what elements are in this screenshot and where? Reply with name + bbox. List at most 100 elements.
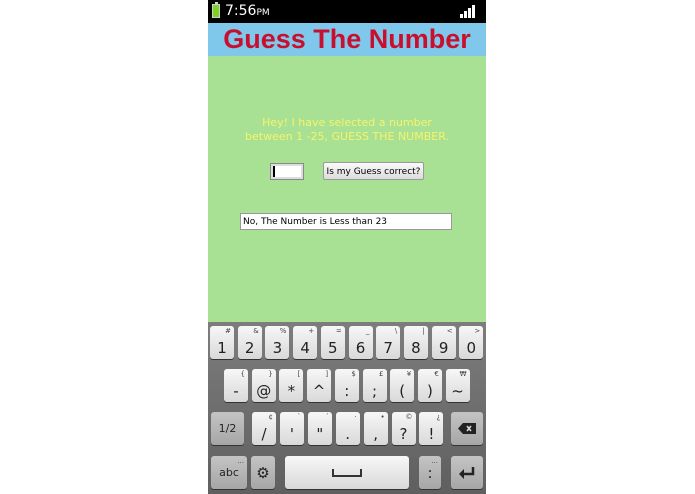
key-settings[interactable]: ⚙	[251, 456, 275, 489]
instruction-message: Hey! I have selected a number between 1 …	[208, 116, 486, 144]
key-sub-label: ₩	[459, 370, 467, 378]
key[interactable]: ] ^	[307, 369, 332, 402]
guess-input[interactable]	[270, 163, 304, 180]
key-sub-label: [	[297, 370, 301, 378]
key-colon[interactable]: : ...	[419, 456, 441, 489]
battery-icon	[212, 2, 220, 18]
key-sub-label: ©	[405, 413, 413, 421]
key[interactable]: $:	[334, 369, 359, 402]
key[interactable]: & 2	[237, 326, 262, 359]
title-bar: Guess The Number	[208, 23, 486, 56]
key[interactable]: £;	[362, 369, 387, 402]
key-label: 5	[328, 339, 338, 357]
key[interactable]: _ 6	[348, 326, 373, 359]
result-field: No, The Number is Less than 23	[240, 213, 452, 230]
key-sub-label: #	[225, 327, 231, 335]
key[interactable]: \ 7	[376, 326, 401, 359]
key[interactable]: {-	[224, 369, 248, 402]
key-sub-label: \	[394, 327, 398, 335]
key-label: "	[316, 425, 324, 443]
key[interactable]: ·.	[335, 412, 360, 445]
status-bar: 7:56PM	[208, 0, 486, 23]
key[interactable]: •,	[363, 412, 388, 445]
key-colon-dots: ...	[431, 457, 438, 465]
check-guess-button[interactable]: Is my Guess correct?	[323, 162, 424, 180]
key[interactable]: <9	[431, 326, 456, 359]
key-label: ,	[373, 425, 378, 443]
key-sub-label: >	[474, 327, 481, 335]
key-sub-label: {	[240, 370, 245, 378]
key[interactable]: >0	[459, 326, 484, 359]
key-label: 9	[438, 339, 449, 357]
key-sub-label: `	[297, 413, 301, 421]
key[interactable]: ¿!	[419, 412, 444, 445]
key[interactable]: #1	[210, 326, 234, 359]
key[interactable]: | 8	[403, 326, 428, 359]
key-label: '	[289, 425, 294, 443]
text-cursor	[273, 166, 275, 177]
phone-screen: 7:56PM Guess The Number Hey! I have sele…	[208, 0, 486, 494]
enter-icon	[451, 456, 483, 489]
key-sub-label: •	[380, 413, 385, 421]
key-label: 3	[272, 339, 283, 357]
key[interactable]: ©?	[391, 412, 416, 445]
key-label: 6	[355, 339, 366, 357]
key-space[interactable]	[285, 456, 409, 489]
soft-keyboard: 1/2 abc ... ⚙ : ... #1 & 2 % 3 + 4 = 5 _…	[208, 322, 486, 494]
space-icon	[285, 456, 409, 489]
key-label: *	[287, 382, 296, 400]
key[interactable]: = 5	[320, 326, 345, 359]
key[interactable]: +4	[293, 326, 318, 359]
key[interactable]: [*	[279, 369, 304, 402]
key[interactable]: ¢ /	[252, 412, 276, 445]
signal-icon	[460, 5, 476, 18]
key-sub-label: <	[446, 327, 453, 335]
key-sub-label: &	[253, 327, 259, 335]
key-label: /	[261, 425, 267, 443]
key[interactable]: €)	[417, 369, 442, 402]
key[interactable]: ´ "	[307, 412, 332, 445]
key-label: .	[345, 425, 351, 443]
key-label: ;	[371, 382, 378, 400]
key-abc-dots: ...	[237, 457, 244, 465]
key-enter[interactable]	[451, 456, 483, 489]
key-sub-label: ·	[354, 413, 357, 421]
app-title: Guess The Number	[223, 24, 471, 54]
key[interactable]: ¥(	[390, 369, 415, 402]
key-sub-label: }	[268, 370, 273, 378]
key-label: @	[256, 382, 272, 400]
key-label: !	[428, 425, 435, 443]
message-line-1: Hey! I have selected a number	[262, 116, 432, 129]
key-label: )	[426, 382, 433, 400]
key-label: (	[399, 382, 406, 400]
key[interactable]: } @	[251, 369, 276, 402]
key-sub-label: ´	[325, 413, 329, 421]
key-label: :	[344, 382, 350, 400]
backspace-icon	[451, 412, 483, 445]
message-line-2: between 1 -25, GUESS THE NUMBER.	[245, 130, 449, 143]
key-label: 1	[217, 339, 227, 357]
status-clock: 7:56PM	[225, 2, 270, 22]
key-label: ~	[451, 382, 464, 400]
key-label: 0	[466, 339, 477, 357]
key-sub-label: ¢	[268, 413, 273, 421]
gear-icon: ⚙	[256, 463, 270, 482]
key[interactable]: ₩ ~	[445, 369, 470, 402]
key-abc[interactable]: abc ...	[211, 456, 247, 489]
key-sub-label: €	[434, 370, 439, 378]
key-label: 4	[300, 339, 310, 357]
clock-time: 7:56	[225, 3, 257, 19]
key-label: -	[233, 382, 239, 400]
key-sub-label: £	[379, 370, 384, 378]
key-backspace[interactable]	[451, 412, 483, 445]
key-sub-label: ¥	[406, 370, 412, 378]
key-sub-label: %	[279, 327, 287, 335]
clock-ampm: PM	[256, 8, 270, 18]
key[interactable]: ` '	[279, 412, 304, 445]
key[interactable]: % 3	[265, 326, 290, 359]
key-label: 2	[244, 339, 255, 357]
key-label: 7	[383, 339, 393, 357]
key-symbol-page[interactable]: 1/2	[211, 412, 244, 445]
key-label: ?	[399, 425, 408, 443]
key-sub-label: ¿	[436, 413, 441, 421]
